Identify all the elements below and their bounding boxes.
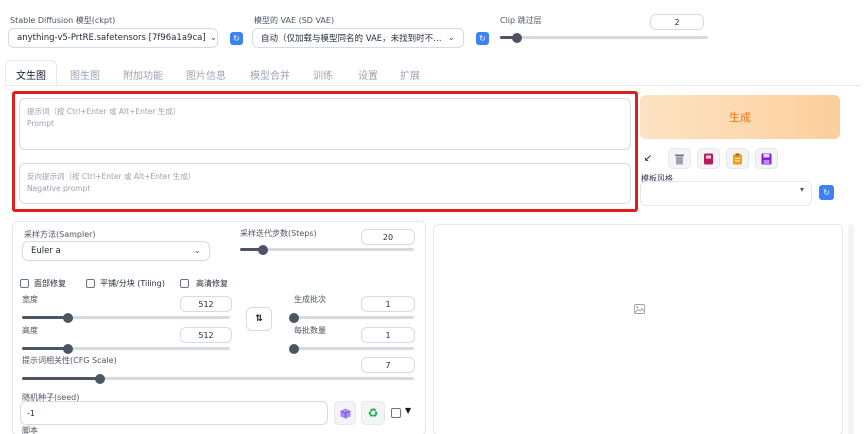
steps-slider[interactable] [240,244,414,255]
style-refresh-button[interactable]: ↻ [819,185,834,200]
batch-size-number-input[interactable]: 1 [361,327,415,343]
width-slider[interactable] [22,312,230,323]
slider-knob[interactable] [95,373,106,384]
prompt-hint: 提示词（按 Ctrl+Enter 或 Alt+Enter 生成） [27,107,181,116]
tab-img2img[interactable]: 图生图 [70,67,100,82]
swap-dimensions-button[interactable]: ⇅ [246,307,272,331]
read-params-button[interactable]: ↙ [640,148,656,169]
random-seed-button[interactable] [334,401,356,425]
cfg-number-input[interactable]: 7 [361,357,415,373]
reuse-seed-button[interactable]: ♻ [361,401,385,425]
cfg-label: 提示词相关性(CFG Scale) [22,356,117,365]
chevron-down-icon: ⌄ [209,33,218,43]
scrollbar[interactable] [848,224,854,434]
style-select[interactable]: ▾ [640,181,812,206]
height-label: 高度 [22,326,38,335]
vae-select[interactable]: 自动（仅加载与模型同名的 VAE，未找到时不… ⌄ [252,28,464,48]
trash-icon [675,154,684,164]
extra-networks-button[interactable] [697,148,720,169]
hires-fix-checkbox[interactable] [180,279,189,288]
save-icon [761,153,772,164]
slider-knob[interactable] [62,312,73,323]
tiling-checkbox[interactable] [86,279,95,288]
tab-merge[interactable]: 模型合并 [250,67,290,82]
tab-extensions[interactable]: 扩展 [400,67,420,82]
swap-icon: ⇅ [255,314,263,324]
hires-fix-label: 高清修复 [196,279,228,288]
slider-fill [22,316,68,319]
ckpt-label: Stable Diffusion 模型(ckpt) [10,16,116,25]
tab-settings[interactable]: 设置 [358,67,378,82]
sampler-label: 采样方法(Sampler) [24,230,96,239]
refresh-icon: ↻ [479,33,486,43]
clear-prompt-button[interactable] [668,148,691,169]
vae-value: 自动（仅加载与模型同名的 VAE，未找到时不… [261,34,442,44]
save-style-button[interactable] [755,148,778,169]
chevron-down-icon: ⌄ [447,33,455,43]
prompt-placeholder: Prompt [27,119,54,128]
batch-size-slider[interactable] [289,343,414,354]
batch-count-number-input[interactable]: 1 [361,296,415,312]
tab-train[interactable]: 训练 [313,67,333,82]
tab-divider [5,85,860,86]
tab-extras[interactable]: 附加功能 [123,67,163,82]
tab-txt2img[interactable]: 文生图 [16,67,46,82]
sampler-select[interactable]: Euler a ⌄ [22,241,210,261]
image-icon [634,304,645,314]
arrow-down-left-icon: ↙ [643,153,653,164]
chevron-down-icon: ⌄ [193,246,201,256]
steps-number-input[interactable]: 20 [361,229,415,245]
slider-knob[interactable] [289,343,299,354]
slider-knob[interactable] [257,244,268,255]
refresh-icon: ↻ [823,187,830,197]
sampler-value: Euler a [31,246,61,256]
clip-slider[interactable] [500,32,708,43]
vae-label: 模型的 VAE (SD VAE) [254,16,335,25]
height-number-input[interactable]: 512 [180,327,232,343]
slider-knob[interactable] [62,343,73,354]
cfg-slider[interactable] [22,373,414,384]
ckpt-refresh-button[interactable]: ↻ [230,32,243,45]
face-restore-checkbox[interactable] [20,279,29,288]
generate-button[interactable]: 生成 [640,95,840,139]
negative-prompt-hint: 反向提示词（按 Ctrl+Enter 或 Alt+Enter 生成） [27,172,196,181]
card-icon [704,153,713,164]
slider-knob[interactable] [511,32,522,43]
caret-down-icon: ▾ [799,185,804,194]
apply-style-button[interactable] [726,148,749,169]
caret-down-icon[interactable]: ▼ [405,406,411,415]
batch-count-slider[interactable] [289,312,414,323]
generate-label: 生成 [729,111,751,124]
slider-fill [22,347,68,350]
extra-seed-checkbox[interactable] [391,408,401,418]
vae-refresh-button[interactable]: ↻ [476,32,489,45]
negative-prompt-placeholder: Negative prompt [27,184,91,193]
refresh-icon: ↻ [233,33,240,43]
face-restore-label: 面部修复 [34,279,66,288]
width-number-input[interactable]: 512 [180,296,232,312]
negative-prompt-textarea[interactable]: 反向提示词（按 Ctrl+Enter 或 Alt+Enter 生成） Negat… [19,163,631,204]
dice-icon [339,408,351,418]
clipboard-icon [733,153,742,164]
clip-number-input[interactable]: 2 [650,14,704,30]
batch-count-label: 生成批次 [294,295,326,304]
tab-png-info[interactable]: 图片信息 [186,67,226,82]
prompt-textarea[interactable]: 提示词（按 Ctrl+Enter 或 Alt+Enter 生成） Prompt [19,98,631,150]
seed-input[interactable]: -1 [20,401,328,425]
ckpt-select[interactable]: anything-v5-PrtRE.safetensors [7f96a1a9c… [8,28,218,48]
ckpt-value: anything-v5-PrtRE.safetensors [7f96a1a9c… [17,33,206,43]
clip-label: Clip 跳过层 [500,16,542,25]
recycle-icon: ♻ [367,406,379,420]
slider-knob[interactable] [289,312,299,323]
steps-label: 采样迭代步数(Steps) [240,229,317,238]
tiling-label: 平铺/分块 (Tiling) [100,279,165,288]
width-label: 宽度 [22,295,38,304]
script-label: 脚本 [22,426,38,434]
output-image-panel [433,224,843,434]
height-slider[interactable] [22,343,230,354]
batch-size-label: 每批数量 [294,326,326,335]
slider-fill [22,377,101,380]
